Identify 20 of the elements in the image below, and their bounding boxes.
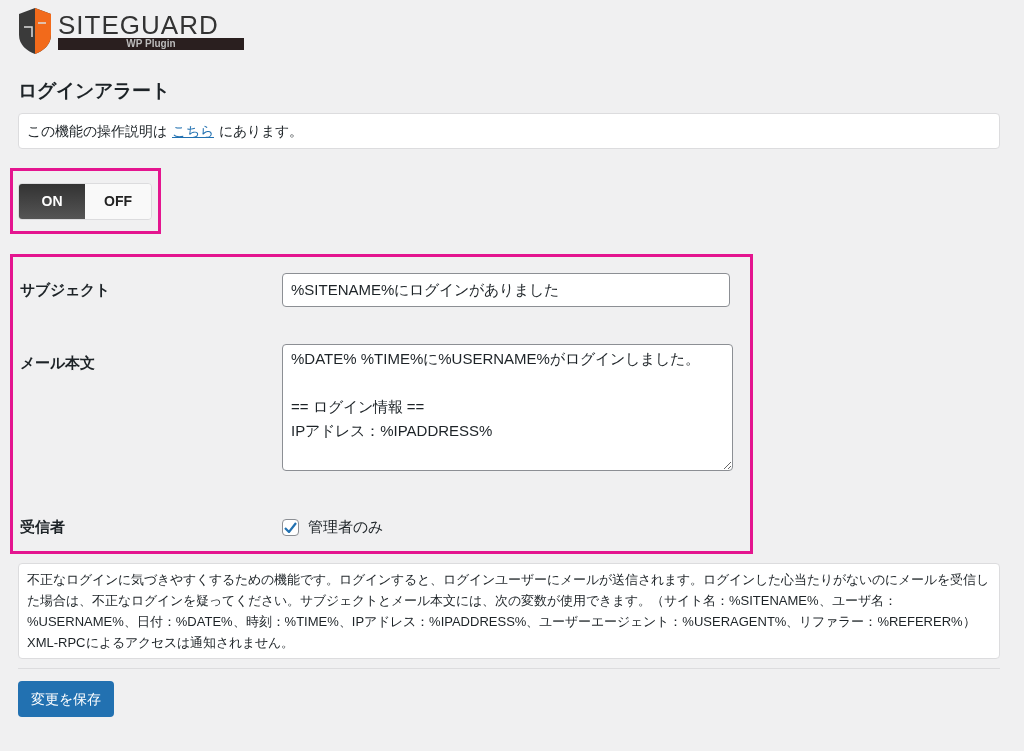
notice-text: にあります。	[219, 121, 303, 141]
subject-field[interactable]: %SITENAME%にログインがありました	[282, 273, 730, 307]
save-button[interactable]: 変更を保存	[18, 681, 114, 717]
page-title: ログインアラート	[18, 79, 171, 103]
toggle-option[interactable]: OFF	[85, 183, 151, 219]
logo-wordmark: SITEGUARD	[58, 12, 220, 38]
help-link[interactable]: こちら	[172, 120, 214, 142]
field-label: サブジェクト	[20, 279, 111, 300]
description-text: 不正なログインに気づきやすくするための機能です。ログインすると、ログインユーザーにメールが送信されます。ログインした心当たりがないのにメールを受信した場合は、不正なログインを疑ってください。サブジェクトとメール本文には、次の変数が使用できます。（サイト名：%SITENAME%、ユーザ名：%USERNAME%、日付：%DATE%、時刻：%TIME%、IPアドレス：%IPADDRESS%、ユーザーエージェント：%USERAGENT%、リファラー：%REFERER%）XML-RPCによるアクセスは通知されません。	[18, 563, 1000, 659]
checkbox[interactable]	[282, 518, 299, 536]
logo-tagline: WP Plugin	[58, 38, 244, 50]
shield-logo-icon	[18, 7, 52, 55]
on-off-toggle[interactable]: ON OFF	[18, 182, 152, 220]
checkmark-icon	[284, 521, 297, 533]
mail-body-field[interactable]: %DATE% %TIME%に%USERNAME%がログインしました。 == ログイン情報 == IPアドレス：%IPADDRESS%	[282, 344, 733, 471]
notice-text: この機能の操作説明は	[27, 121, 167, 141]
checkbox-label: 管理者のみ	[308, 517, 383, 537]
field-label: メール本文	[20, 353, 96, 373]
field-label: 受信者	[20, 517, 66, 537]
toggle-option[interactable]: ON	[19, 183, 85, 219]
